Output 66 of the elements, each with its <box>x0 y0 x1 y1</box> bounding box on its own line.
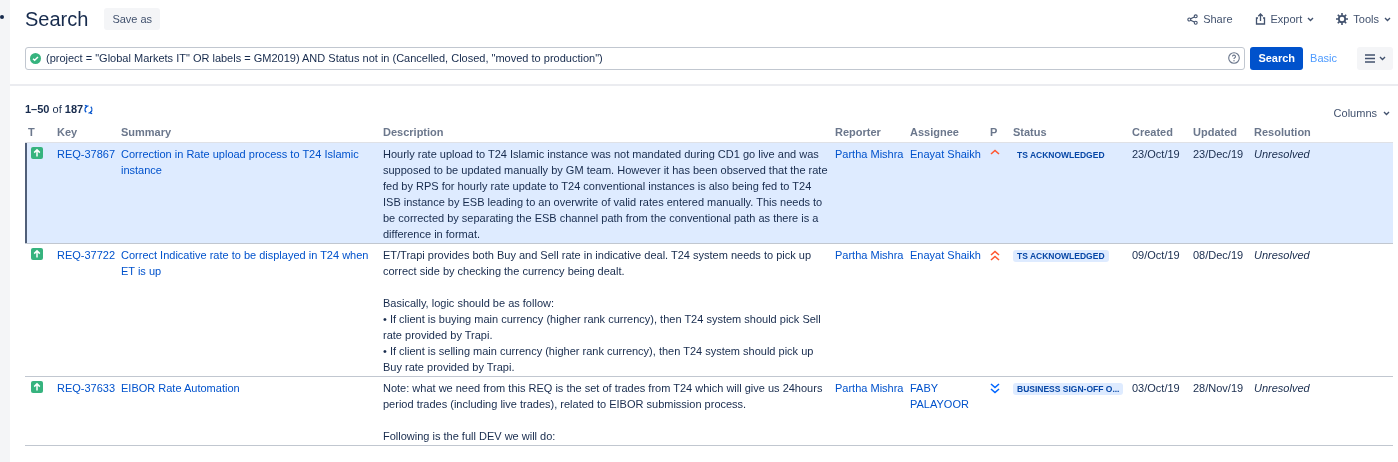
summary-link[interactable]: EIBOR Rate Automation <box>121 380 377 396</box>
column-header[interactable]: Status <box>1010 124 1129 143</box>
save-as-button[interactable]: Save as <box>104 8 161 30</box>
summary-link[interactable]: Correct Indicative rate to be displayed in T24 when ET is up <box>121 247 377 279</box>
reporter-link[interactable]: Partha Mishra <box>835 146 904 162</box>
column-header[interactable]: Description <box>380 124 832 143</box>
improvement-icon <box>31 381 43 393</box>
caret-icon <box>1378 55 1386 61</box>
assignee-link[interactable]: Enayat Shaikh <box>910 247 984 263</box>
search-button[interactable]: Search <box>1250 46 1304 70</box>
description-text: • If client is buying main currency (higher rank currency), then T24 system should pick Sell rate provided by Trapi. <box>383 312 822 343</box>
updated-date: 08/Dec/19 <box>1193 249 1244 261</box>
reporter-link[interactable]: Partha Mishra <box>835 380 904 396</box>
created-date: 23/Oct/19 <box>1132 148 1180 160</box>
caret-icon <box>1307 16 1315 22</box>
export-button[interactable]: Export <box>1254 10 1315 28</box>
status-lozenge: BUSINESS SIGN-OFF O... <box>1013 383 1124 395</box>
column-header[interactable]: Reporter <box>832 124 907 143</box>
share-button[interactable]: Share <box>1187 10 1233 28</box>
help-icon[interactable] <box>1228 52 1241 64</box>
resolution-text: Unresolved <box>1254 382 1310 394</box>
column-header[interactable]: T <box>25 124 54 143</box>
created-date: 03/Oct/19 <box>1132 382 1180 394</box>
query-input[interactable]: (project = "Global Markets IT" OR labels = GM2019) AND Status not in (Cancelled, Closed, "moved to production") <box>46 49 1229 67</box>
issue-key-link[interactable]: REQ-37633 <box>57 380 115 396</box>
description-text: Following is the full DEV we will do: <box>383 429 557 444</box>
query-field[interactable]: (project = "Global Markets IT" OR labels = GM2019) AND Status not in (Cancelled, Closed, "moved to production") <box>25 46 1246 70</box>
improvement-icon <box>31 147 43 159</box>
reporter-link[interactable]: Partha Mishra <box>835 247 904 263</box>
resolution-text: Unresolved <box>1254 249 1310 261</box>
issue-key-link[interactable]: REQ-37722 <box>57 247 115 263</box>
column-header[interactable]: Updated <box>1190 124 1251 143</box>
updated-date: 28/Nov/19 <box>1193 382 1244 394</box>
description-text: ET/Trapi provides both Buy and Sell rate in indicative deal. T24 system needs to pick up correct side by checking the currency being dealt. <box>383 248 812 279</box>
caret-icon <box>1383 110 1390 116</box>
page-title: Search <box>25 7 89 31</box>
export-icon <box>1254 13 1266 25</box>
column-header[interactable]: Summary <box>118 124 380 143</box>
updated-date: 23/Dec/19 <box>1193 148 1244 160</box>
refresh-icon[interactable] <box>83 103 95 115</box>
column-header[interactable]: Assignee <box>907 124 987 143</box>
column-header[interactable]: Key <box>54 124 118 143</box>
description-text: • If client is selling main currency (higher rank currency), then T24 system should pick up Buy rate provided by Trapi. <box>383 344 815 375</box>
summary-link[interactable]: Correction in Rate upload process to T24 Islamic instance <box>121 146 377 178</box>
share-icon <box>1187 13 1199 25</box>
improvement-icon <box>31 248 43 260</box>
description-text: Basically, logic should be as follow: <box>383 296 555 311</box>
results-count: 1–50 of 187 <box>25 101 84 117</box>
created-date: 09/Oct/19 <box>1132 249 1180 261</box>
menu-icon <box>1364 53 1375 63</box>
layout-menu-button[interactable] <box>1357 46 1393 70</box>
columns-button[interactable]: Columns <box>1333 104 1393 122</box>
assignee-link[interactable]: Enayat Shaikh <box>910 146 984 162</box>
issue-key-link[interactable]: REQ-37867 <box>57 146 115 162</box>
gear-icon <box>1336 13 1349 25</box>
tools-button[interactable]: Tools <box>1336 10 1391 28</box>
resolution-text: Unresolved <box>1254 148 1310 160</box>
description-text: Note: what we need from this REQ is the set of trades from T24 which will give us 24hours period trades (including live trades), related to EIBOR submission process. <box>383 381 824 412</box>
description-text: Hourly rate upload to T24 Islamic instance was not mandated during CD1 go live and was supposed to be updated manually by GM team. However it has been observed that the rate fed by RPS for hourly rate update to T24 conventional instances is also being fed to T24 ISB instance by ESB leading to an overwrite of valid rates entered manually. This needs to be corrected by separating the ESB channel path from the conventional path as there is a difference in format. <box>383 147 829 242</box>
column-header[interactable]: Created <box>1129 124 1190 143</box>
column-header[interactable]: Resolution <box>1251 124 1393 143</box>
assignee-link[interactable]: FABY PALAYOOR <box>910 380 984 412</box>
status-lozenge: TS ACKNOWLEDGED <box>1013 250 1109 262</box>
column-header[interactable]: P <box>987 124 1010 143</box>
caret-icon <box>1384 16 1391 22</box>
collapse-handle[interactable] <box>0 15 4 19</box>
